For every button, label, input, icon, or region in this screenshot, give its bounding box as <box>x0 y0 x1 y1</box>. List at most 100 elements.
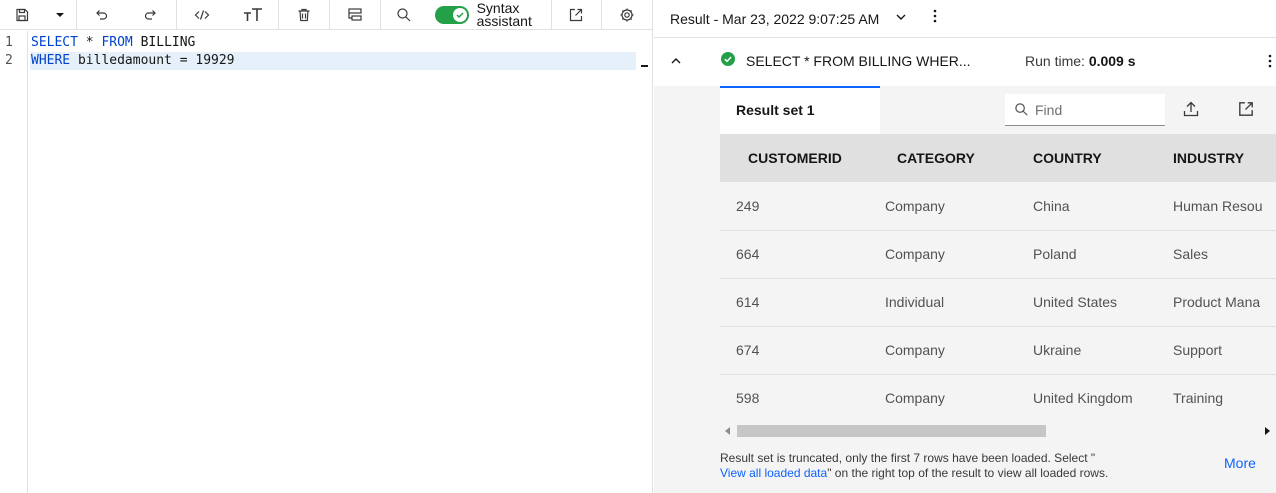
table-cell: Human Resou <box>1173 182 1276 231</box>
table-cell: 664 <box>720 230 885 279</box>
table-cell: United Kingdom <box>1033 374 1173 422</box>
tab-result-set-1[interactable]: Result set 1 <box>720 86 880 134</box>
gear-icon <box>620 8 634 21</box>
table-cell: 249 <box>720 182 885 231</box>
overflow-menu-icon <box>934 9 937 23</box>
sql-text: BILLING <box>132 35 196 50</box>
view-all-data-button[interactable] <box>1237 100 1255 123</box>
chevron-up-icon <box>671 58 681 64</box>
table-cell: 614 <box>720 278 885 327</box>
truncation-notice: Result set is truncated, only the first … <box>720 451 1140 481</box>
code-editor[interactable]: 1 2 SELECT * FROM BILLING WHERE billedam… <box>0 31 652 493</box>
query-overflow-menu[interactable] <box>1268 54 1272 73</box>
sql-text: billedamount = 19929 <box>70 53 235 68</box>
text-size-icon <box>243 7 262 21</box>
text-cursor <box>641 65 648 67</box>
view-all-loaded-data-link[interactable]: View all loaded data <box>720 466 827 480</box>
table-cell: Company <box>885 182 1033 231</box>
chevron-down-icon <box>896 14 906 20</box>
redo-button[interactable] <box>126 0 176 30</box>
run-time: Run time: 0.009 s <box>1025 53 1136 69</box>
more-link[interactable]: More <box>1224 455 1256 471</box>
scroll-right-arrow-icon[interactable] <box>1265 427 1270 435</box>
search-icon <box>1015 103 1028 116</box>
result-table-container: CUSTOMERID CATEGORY COUNTRY INDUSTRY 249… <box>720 134 1276 422</box>
column-header[interactable]: CATEGORY <box>885 134 1033 182</box>
table-cell: Company <box>885 230 1033 279</box>
toggle-knob <box>452 7 467 22</box>
overflow-menu-icon <box>1268 54 1272 68</box>
table-cell: United States <box>1033 278 1173 327</box>
success-icon <box>721 52 735 71</box>
result-tabs: Result set 1 <box>720 86 1276 134</box>
result-table: CUSTOMERID CATEGORY COUNTRY INDUSTRY 249… <box>720 134 1276 422</box>
table-cell: Support <box>1173 326 1276 375</box>
caret-down-icon <box>55 12 64 17</box>
launch-icon <box>570 8 583 21</box>
open-in-new-window-button[interactable] <box>552 0 602 30</box>
checkmark-icon <box>456 11 464 18</box>
line-number: 2 <box>5 53 13 68</box>
table-cell: Ukraine <box>1033 326 1173 375</box>
save-menu-button[interactable] <box>44 0 76 30</box>
truncation-text: Result set is truncated, only the first … <box>720 451 1096 465</box>
column-header[interactable]: INDUSTRY <box>1173 134 1276 182</box>
syntax-assistant-toggle[interactable] <box>434 5 469 24</box>
code-line-active[interactable]: WHERE billedamount = 19929 <box>30 52 636 70</box>
launch-icon <box>1239 102 1253 116</box>
truncation-text-end: " on the right top of the result to view… <box>827 466 1109 480</box>
run-time-label: Run time: <box>1025 53 1085 69</box>
table-cell: Sales <box>1173 230 1276 279</box>
app-root: Syntax assistant 1 2 SELECT * FROM BILLI… <box>0 0 1276 493</box>
find-field[interactable] <box>1005 94 1165 126</box>
format-code-button[interactable] <box>177 0 227 30</box>
search-icon <box>397 7 411 21</box>
sql-text: * <box>77 35 102 50</box>
result-overflow-menu[interactable] <box>933 9 937 28</box>
table-row[interactable]: 598 Company United Kingdom Training <box>720 374 1276 422</box>
search-button[interactable] <box>381 0 427 30</box>
redo-icon <box>145 9 156 20</box>
text-size-button[interactable] <box>227 0 279 30</box>
table-header-row: CUSTOMERID CATEGORY COUNTRY INDUSTRY <box>720 134 1276 182</box>
line-number: 1 <box>5 35 13 50</box>
settings-button[interactable] <box>602 0 652 30</box>
find-input[interactable] <box>1035 101 1155 118</box>
result-title: Result - Mar 23, 2022 9:07:25 AM <box>670 10 880 27</box>
scrollbar-thumb[interactable] <box>737 425 1046 437</box>
code-icon <box>194 9 210 20</box>
table-row[interactable]: 674 Company Ukraine Support <box>720 326 1276 375</box>
table-row[interactable]: 249 Company China Human Resou <box>720 182 1276 231</box>
table-row[interactable]: 664 Company Poland Sales <box>720 230 1276 279</box>
upload-icon <box>1183 101 1199 117</box>
table-cell: Individual <box>885 278 1033 327</box>
collapse-button[interactable] <box>670 54 682 72</box>
result-history-dropdown[interactable] <box>895 10 907 28</box>
query-result-row: SELECT * FROM BILLING WHER... Run time: … <box>654 38 1276 86</box>
sql-keyword: FROM <box>101 35 133 50</box>
sql-keyword: SELECT <box>31 35 78 50</box>
table-row[interactable]: 614 Individual United States Product Man… <box>720 278 1276 327</box>
column-header[interactable]: CUSTOMERID <box>720 134 885 182</box>
sql-editor-pane: Syntax assistant 1 2 SELECT * FROM BILLI… <box>0 0 653 493</box>
table-cell: Product Mana <box>1173 278 1276 327</box>
scroll-left-arrow-icon[interactable] <box>725 427 730 435</box>
line-number-gutter: 1 2 <box>0 31 28 493</box>
table-cell: 674 <box>720 326 885 375</box>
table-cell: China <box>1033 182 1173 231</box>
save-icon <box>16 8 28 21</box>
horizontal-scrollbar[interactable] <box>720 424 1276 438</box>
template-button[interactable] <box>330 0 380 30</box>
query-summary: SELECT * FROM BILLING WHER... <box>746 53 971 69</box>
column-header[interactable]: COUNTRY <box>1033 134 1173 182</box>
undo-button[interactable] <box>77 0 127 30</box>
save-button[interactable] <box>0 0 44 30</box>
syntax-assistant: Syntax assistant <box>427 0 551 30</box>
trash-icon <box>298 8 310 21</box>
undo-icon <box>96 9 108 20</box>
export-button[interactable] <box>1182 100 1200 123</box>
table-cell: Company <box>885 374 1033 422</box>
run-time-value: 0.009 s <box>1088 53 1136 69</box>
delete-button[interactable] <box>279 0 329 30</box>
code-line[interactable]: SELECT * FROM BILLING <box>31 34 195 52</box>
